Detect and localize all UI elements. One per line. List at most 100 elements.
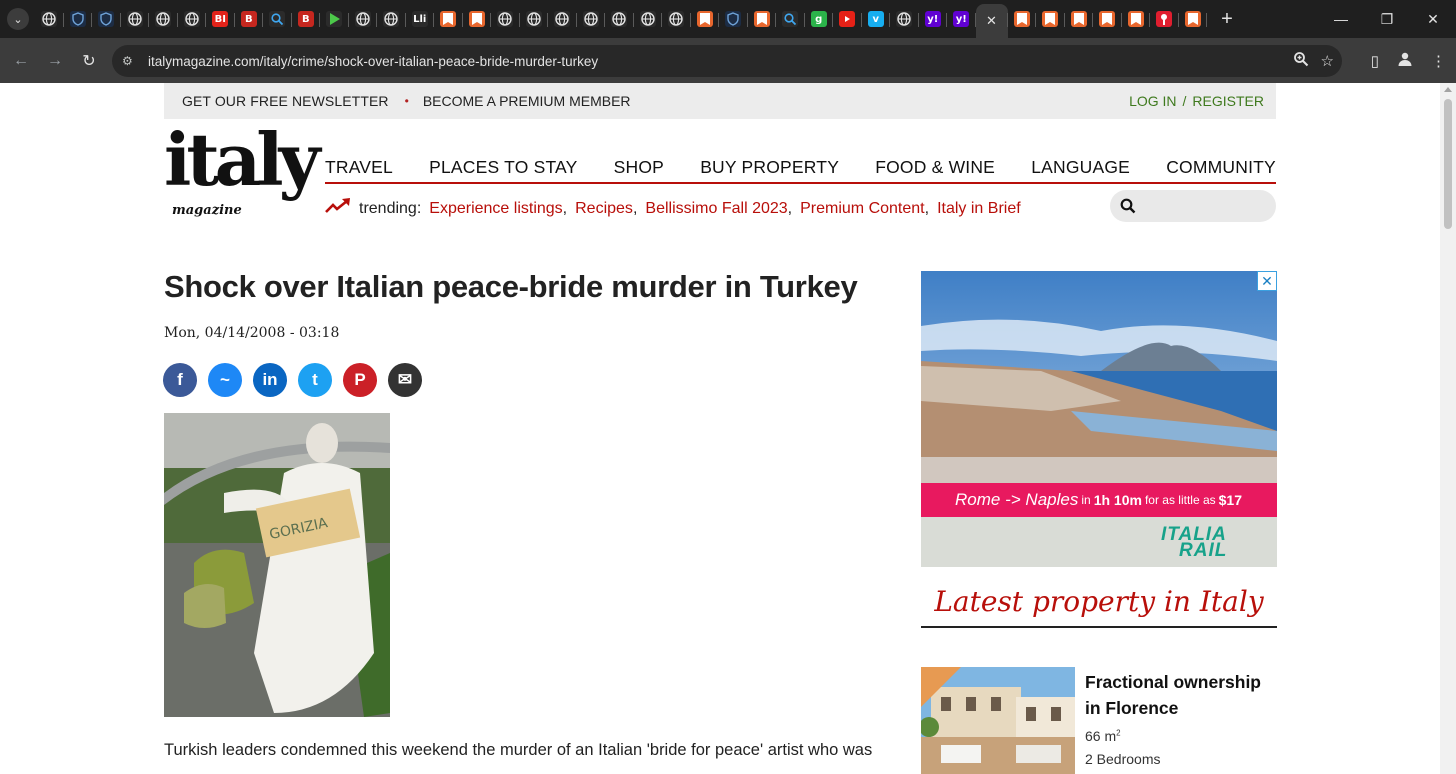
browser-tab[interactable] (662, 4, 691, 34)
close-window-icon[interactable]: ✕ (1410, 11, 1456, 28)
messenger-icon[interactable]: ~ (208, 363, 242, 397)
globe-icon (639, 11, 656, 27)
browser-tab[interactable] (605, 4, 634, 34)
minimize-icon[interactable]: — (1318, 11, 1364, 27)
browser-tab[interactable] (434, 4, 463, 34)
bookmark-icon (1042, 11, 1059, 27)
browser-tab[interactable] (1093, 4, 1122, 34)
nav-item-travel[interactable]: TRAVEL (325, 157, 393, 182)
auth-separator: / (1182, 93, 1187, 109)
site-logo[interactable]: italy magazine (164, 117, 320, 225)
register-link[interactable]: REGISTER (1192, 93, 1264, 109)
site-favicon-icon: v (867, 11, 884, 27)
browser-tab[interactable]: B (292, 4, 320, 34)
nav-item-buy-property[interactable]: BUY PROPERTY (700, 157, 839, 182)
side-panel-icon[interactable]: ▯ (1371, 52, 1379, 70)
browser-tab[interactable] (121, 4, 149, 34)
new-tab-plus-icon[interactable]: + (1215, 8, 1239, 31)
browser-tab[interactable] (520, 4, 548, 34)
url-text[interactable]: italymagazine.com/italy/crime/shock-over… (148, 54, 598, 69)
forward-arrow-icon[interactable]: → (38, 52, 72, 70)
browser-tab[interactable]: BI (206, 4, 235, 34)
back-arrow-icon[interactable]: ← (4, 52, 38, 70)
browser-tab[interactable] (1008, 4, 1036, 34)
site-info-icon[interactable]: ⚙ (122, 54, 140, 68)
globe-icon (354, 11, 371, 27)
reload-icon[interactable]: ↻ (72, 51, 106, 71)
newsletter-link[interactable]: GET OUR FREE NEWSLETTER (182, 93, 389, 109)
restore-icon[interactable]: ❐ (1364, 11, 1410, 28)
trending-link[interactable]: Premium Content (800, 200, 925, 218)
browser-tab[interactable]: y! (919, 4, 947, 34)
linkedin-icon[interactable]: in (253, 363, 287, 397)
browser-tab[interactable] (491, 4, 520, 34)
twitter-icon[interactable]: t (298, 363, 332, 397)
ad-close-icon[interactable]: ✕ (1257, 271, 1277, 291)
browser-tab[interactable] (748, 4, 776, 34)
trending-link[interactable]: Bellissimo Fall 2023 (645, 200, 787, 218)
browser-tab[interactable]: v (862, 4, 890, 34)
browser-tab[interactable] (1036, 4, 1065, 34)
browser-tab[interactable] (377, 4, 406, 34)
menu-kebab-icon[interactable]: ⋮ (1431, 52, 1446, 70)
browser-tab[interactable] (719, 4, 748, 34)
nav-item-language[interactable]: LANGUAGE (1031, 157, 1130, 182)
browser-tab[interactable]: Lli (406, 4, 434, 34)
browser-tab[interactable] (1065, 4, 1093, 34)
browser-tab[interactable] (149, 4, 178, 34)
browser-tab[interactable] (263, 4, 292, 34)
separator-dot-icon: • (404, 94, 409, 108)
browser-tab[interactable] (178, 4, 206, 34)
browser-tab[interactable] (577, 4, 605, 34)
browser-tab[interactable] (833, 4, 862, 34)
scrollbar-thumb[interactable] (1444, 99, 1452, 229)
page-scrollbar[interactable] (1440, 83, 1456, 774)
profile-icon[interactable] (1397, 51, 1413, 71)
site-favicon-icon: y! (953, 11, 970, 27)
browser-tab[interactable] (890, 4, 919, 34)
browser-tab[interactable] (634, 4, 662, 34)
tab-search-chevron-icon[interactable]: ⌄ (7, 8, 29, 30)
property-photo[interactable] (921, 667, 1075, 774)
pinterest-icon[interactable]: P (343, 363, 377, 397)
login-link[interactable]: LOG IN (1129, 93, 1176, 109)
nav-item-places-to-stay[interactable]: PLACES TO STAY (429, 157, 577, 182)
nav-item-community[interactable]: COMMUNITY (1166, 157, 1276, 182)
browser-tab[interactable]: y! (947, 4, 976, 34)
browser-tab[interactable] (548, 4, 577, 34)
nav-item-food-wine[interactable]: FOOD & WINE (875, 157, 995, 182)
logo-main-text: italy (164, 117, 320, 202)
bookmark-icon (1070, 11, 1087, 27)
browser-tab[interactable] (349, 4, 377, 34)
browser-tab[interactable] (64, 4, 92, 34)
trending-link[interactable]: Italy in Brief (937, 200, 1021, 218)
browser-tab[interactable] (92, 4, 121, 34)
property-title-link[interactable]: Fractional ownership in Florence (1085, 669, 1275, 722)
browser-tab[interactable] (691, 4, 719, 34)
zoom-icon[interactable] (1293, 51, 1309, 71)
bookmark-star-icon[interactable]: ☆ (1321, 52, 1334, 70)
browser-tab[interactable] (35, 4, 64, 34)
browser-tab[interactable] (320, 4, 349, 34)
advertisement[interactable]: ✕ Rome -> Naples in 1h 10m for as little… (921, 271, 1277, 567)
browser-tab[interactable]: B (235, 4, 263, 34)
scroll-up-icon[interactable] (1444, 87, 1452, 92)
site-favicon-icon: BI (212, 11, 229, 27)
site-search-input[interactable] (1110, 190, 1276, 222)
trending-link[interactable]: Recipes (575, 200, 633, 218)
shield-icon (725, 11, 742, 27)
nav-item-shop[interactable]: SHOP (614, 157, 664, 182)
browser-tab[interactable] (1179, 4, 1207, 34)
browser-tab[interactable] (1150, 4, 1179, 34)
premium-member-link[interactable]: BECOME A PREMIUM MEMBER (423, 93, 631, 109)
address-bar[interactable]: ⚙ italymagazine.com/italy/crime/shock-ov… (112, 45, 1342, 77)
browser-tab[interactable]: g (805, 4, 833, 34)
browser-tab[interactable] (1122, 4, 1150, 34)
trending-link[interactable]: Experience listings (429, 200, 562, 218)
globe-icon (525, 11, 542, 27)
browser-tab[interactable] (776, 4, 805, 34)
facebook-icon[interactable]: f (163, 363, 197, 397)
browser-tab[interactable] (463, 4, 491, 34)
email-icon[interactable]: ✉ (388, 363, 422, 397)
browser-tab[interactable]: ✕ (975, 4, 1008, 38)
